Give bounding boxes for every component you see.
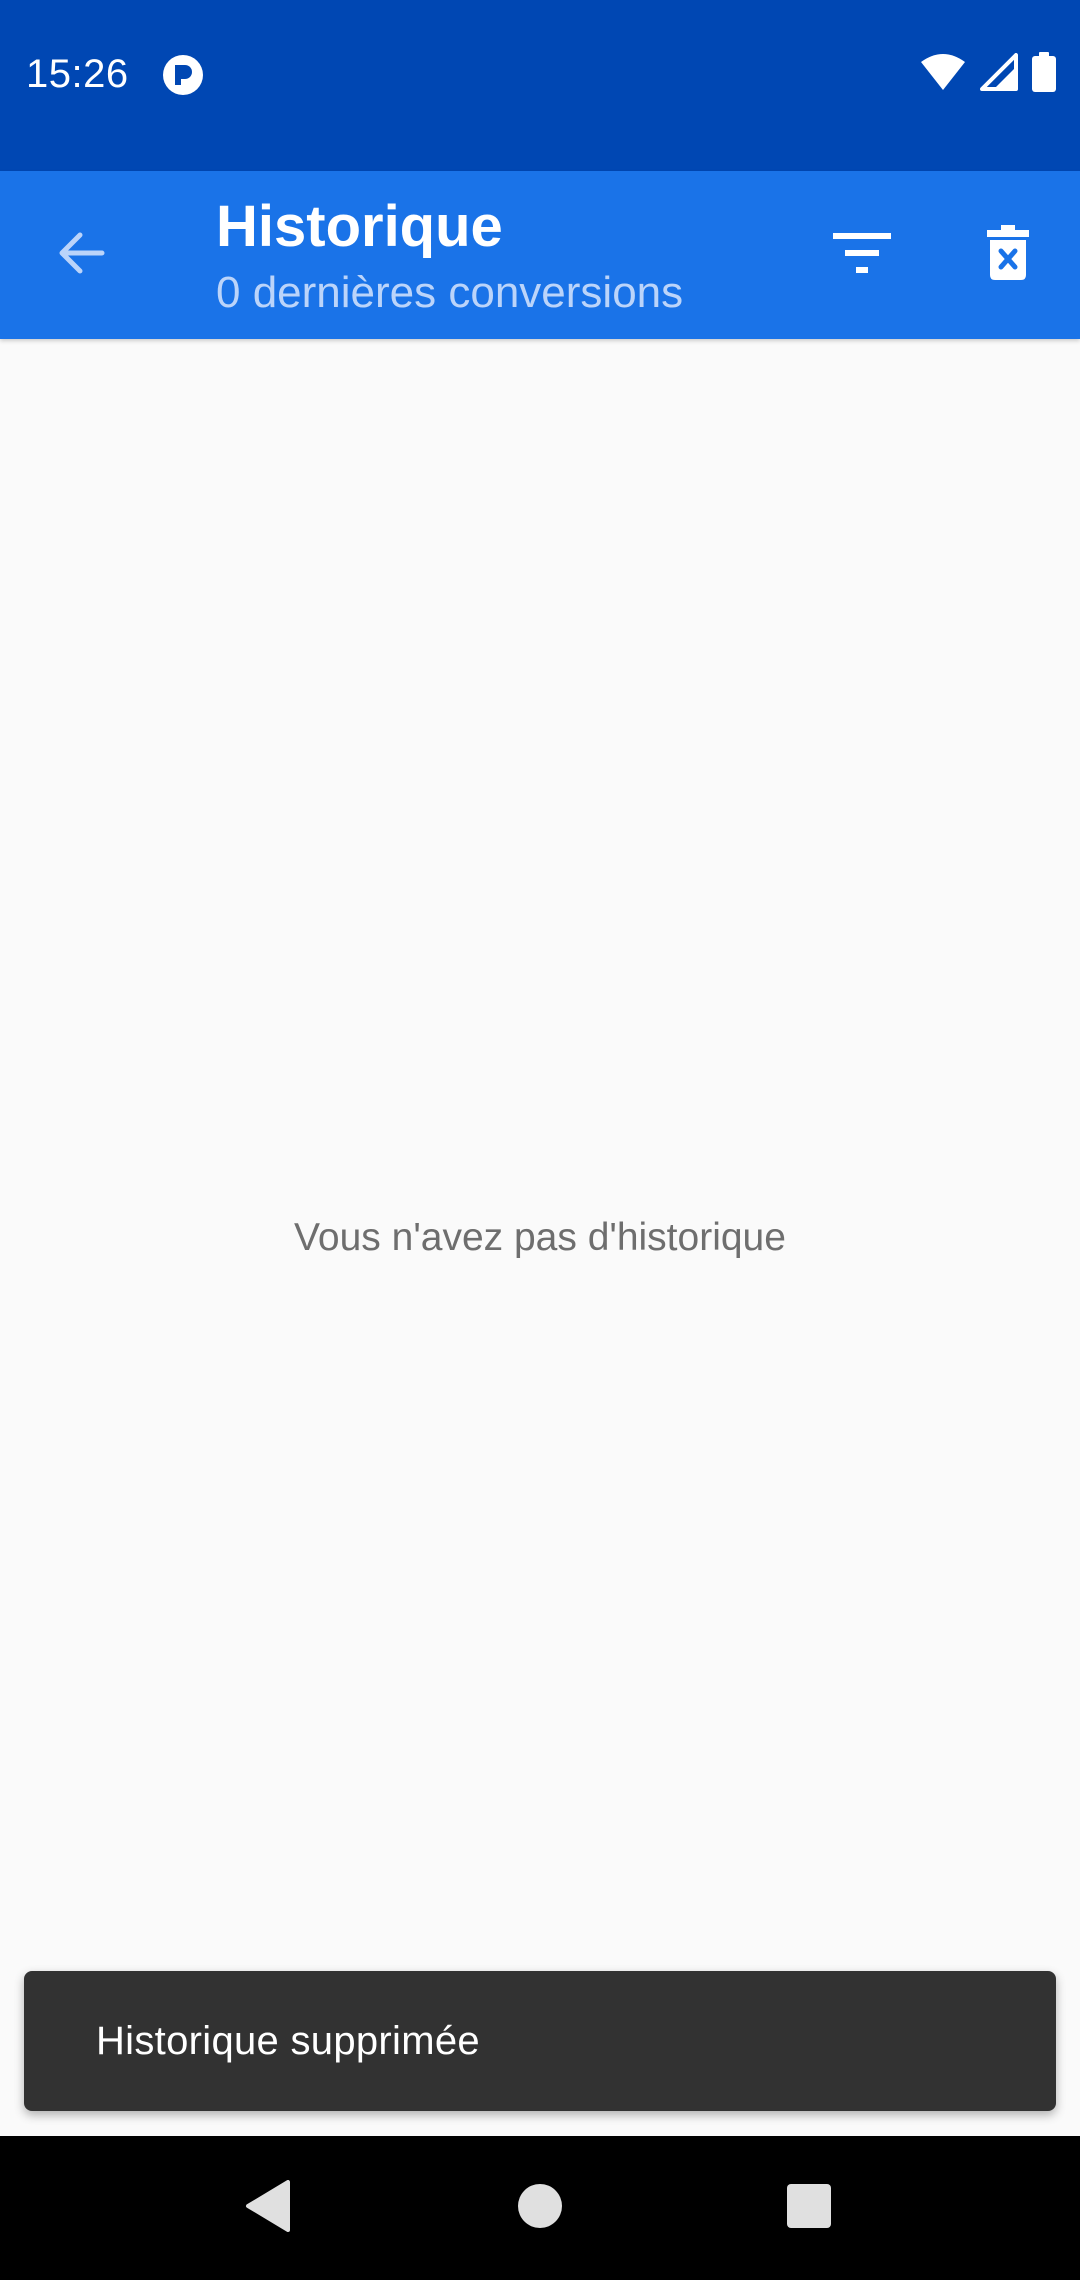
- navigation-bar: [0, 2136, 1080, 2280]
- delete-history-button[interactable]: [970, 217, 1046, 293]
- status-time: 15:26: [26, 52, 129, 96]
- app-bar: Historique 0 dernières conversions: [0, 171, 1080, 339]
- back-button[interactable]: [44, 217, 120, 293]
- circle-home-icon: [517, 2183, 563, 2234]
- empty-history-message: Vous n'avez pas d'historique: [294, 1216, 786, 1259]
- nav-home-button[interactable]: [504, 2172, 576, 2244]
- square-recents-icon: [786, 2183, 832, 2234]
- snackbar: Historique supprimée: [24, 1971, 1056, 2111]
- signal-icon: [980, 52, 1018, 96]
- screen: 15:26 Historique 0 dernières conversions…: [0, 0, 1080, 2280]
- wifi-icon: [920, 52, 966, 97]
- arrow-left-icon: [54, 225, 110, 286]
- page-title: Historique: [216, 194, 503, 259]
- trash-clear-icon: [987, 224, 1029, 286]
- triangle-back-icon: [244, 2179, 292, 2237]
- app-notification-icon: [162, 54, 204, 96]
- nav-recents-button[interactable]: [773, 2172, 845, 2244]
- filter-button[interactable]: [824, 217, 900, 293]
- filter-icon: [833, 231, 891, 280]
- nav-back-button[interactable]: [232, 2172, 304, 2244]
- battery-icon: [1032, 51, 1056, 97]
- status-icons: [920, 51, 1056, 97]
- page-subtitle: 0 dernières conversions: [216, 268, 684, 317]
- snackbar-message: Historique supprimée: [96, 2019, 480, 2063]
- status-bar: 15:26: [0, 0, 1080, 171]
